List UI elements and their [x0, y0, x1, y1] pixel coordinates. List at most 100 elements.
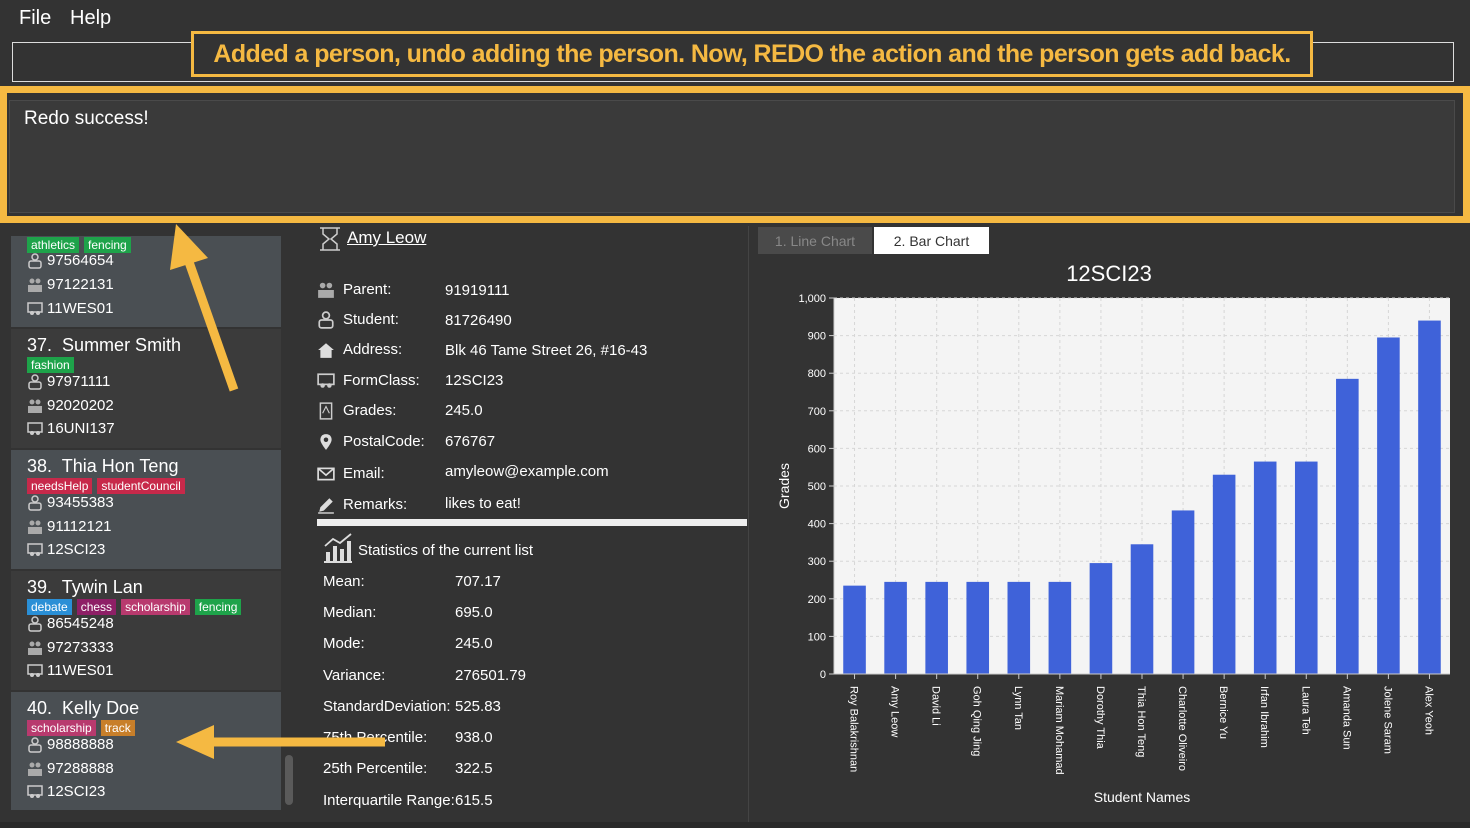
tag: track — [100, 720, 135, 736]
student-icon — [318, 311, 334, 329]
person-name-text: Kelly Doe — [62, 698, 140, 718]
person-card[interactable]: 40. Kelly Doe scholarship track 98888888 … — [11, 692, 281, 810]
y-tick-label: 500 — [808, 481, 826, 493]
x-tick-label: Laura Teh — [1299, 686, 1311, 735]
tag: chess — [76, 599, 117, 615]
tag-row: debate chess scholarship fencing — [27, 598, 246, 616]
stat-75th-value: 938.0 — [455, 729, 493, 746]
form-class: 11WES01 — [27, 300, 113, 317]
bar — [1253, 461, 1277, 674]
x-tick-label: Jolene Saram — [1381, 686, 1393, 754]
form-class: 12SCI23 — [27, 541, 105, 558]
person-card[interactable]: athletics fencing 97564654 97122131 11WES… — [11, 236, 281, 327]
person-card[interactable]: 37. Summer Smith fashion 97971111 920202… — [11, 329, 281, 448]
tag-row: scholarship track — [27, 719, 140, 737]
y-tick-label: 600 — [808, 443, 826, 455]
form-class: 12SCI23 — [27, 783, 105, 800]
pencil-icon — [318, 498, 334, 514]
bar — [1418, 320, 1441, 674]
student-phone: 98888888 — [27, 736, 114, 753]
parent-icon — [28, 278, 42, 292]
y-tick-label: 200 — [808, 594, 826, 606]
location-pin-icon — [320, 434, 332, 450]
remarks-label: Remarks: — [343, 496, 408, 513]
address-value: Blk 46 Tame Street 26, #16-43 — [445, 342, 648, 359]
student-label: Student: — [343, 311, 399, 328]
x-tick-label: Amanda Sun — [1340, 686, 1352, 750]
stat-mode-label: Mode: — [323, 635, 365, 652]
tag-row: needsHelp studentCouncil — [27, 477, 190, 495]
tag: fencing — [194, 599, 242, 615]
statistics-heading: Statistics of the current list — [358, 542, 534, 559]
x-tick-label: Lynn Tan — [1012, 686, 1024, 730]
result-text: Redo success! — [24, 108, 149, 129]
formclass-label: FormClass: — [343, 372, 420, 389]
stat-median-value: 695.0 — [455, 604, 493, 621]
bar — [1336, 378, 1359, 674]
stat-25th-label: 25th Percentile: — [323, 760, 428, 777]
x-tick-label: Bernice Yu — [1217, 686, 1229, 739]
parent-icon — [28, 520, 42, 534]
person-name: 40. Kelly Doe — [27, 698, 139, 719]
bar — [1089, 563, 1113, 674]
bar — [1007, 581, 1031, 674]
stat-stddev-label: StandardDeviation: — [323, 698, 451, 715]
bar — [884, 581, 907, 674]
form-class-text: 11WES01 — [47, 300, 114, 317]
x-tick-label: Mariam Mohamad — [1053, 686, 1065, 775]
person-name: 38. Thia Hon Teng — [27, 456, 178, 477]
list-scrollbar[interactable] — [285, 755, 293, 805]
parent-phone: 97122131 — [27, 276, 114, 293]
person-icon — [320, 227, 340, 251]
parent-phone-text: 92020202 — [47, 397, 114, 414]
person-name: 37. Summer Smith — [27, 335, 181, 356]
class-icon — [27, 663, 43, 677]
postalcode-value: 676767 — [445, 433, 496, 450]
x-tick-label: Amy Leow — [889, 686, 901, 737]
result-display — [9, 100, 1455, 213]
bar — [1212, 474, 1236, 674]
parent-value: 91919111 — [445, 282, 510, 299]
student-phone: 97971111 — [27, 373, 110, 390]
menu-help[interactable]: Help — [70, 7, 111, 30]
stat-mode-value: 245.0 — [455, 635, 493, 652]
person-index: 37. — [27, 335, 53, 355]
person-card[interactable]: 39. Tywin Lan debate chess scholarship fenc… — [11, 571, 281, 690]
stat-variance-value: 276501.79 — [455, 667, 526, 684]
student-icon — [28, 494, 42, 511]
tag: fencing — [84, 237, 131, 253]
tag: debate — [27, 599, 72, 615]
bar — [1377, 337, 1400, 674]
x-tick-label: Irfan Ibrahim — [1258, 686, 1270, 748]
form-class: 11WES01 — [27, 662, 113, 679]
statistics-icon — [324, 533, 352, 563]
stat-75th-label: 75th Percentile: — [323, 729, 428, 746]
bar — [966, 581, 990, 674]
detail-divider — [317, 519, 747, 526]
email-label: Email: — [343, 465, 385, 482]
parent-icon — [318, 282, 334, 298]
tag: studentCouncil — [97, 478, 185, 494]
tag: scholarship — [27, 720, 96, 736]
formclass-value: 12SCI23 — [445, 372, 504, 389]
person-name-text: Thia Hon Teng — [61, 456, 179, 476]
parent-phone: 97288888 — [27, 760, 114, 777]
person-index: 38. — [27, 456, 53, 476]
person-card[interactable]: 38. Thia Hon Teng needsHelp studentCounci… — [11, 450, 281, 569]
menu-file[interactable]: File — [19, 7, 51, 30]
email-value: amyleow@example.com — [445, 463, 609, 480]
tab-line-chart[interactable]: 1. Line Chart — [758, 227, 872, 254]
class-icon — [317, 373, 335, 388]
parent-phone-text: 91112121 — [47, 518, 112, 535]
tab-bar-chart[interactable]: 2. Bar Chart — [874, 227, 989, 254]
parent-phone-text: 97273333 — [47, 639, 114, 656]
form-class-text: 12SCI23 — [47, 783, 106, 800]
address-label: Address: — [343, 341, 403, 358]
stat-median-label: Median: — [323, 604, 377, 621]
y-tick-label: 100 — [808, 631, 826, 643]
class-icon — [27, 784, 43, 798]
parent-phone: 92020202 — [27, 397, 114, 414]
y-tick-label: 400 — [808, 519, 826, 531]
parent-phone-text: 97122131 — [47, 276, 114, 293]
bar — [1048, 581, 1072, 674]
